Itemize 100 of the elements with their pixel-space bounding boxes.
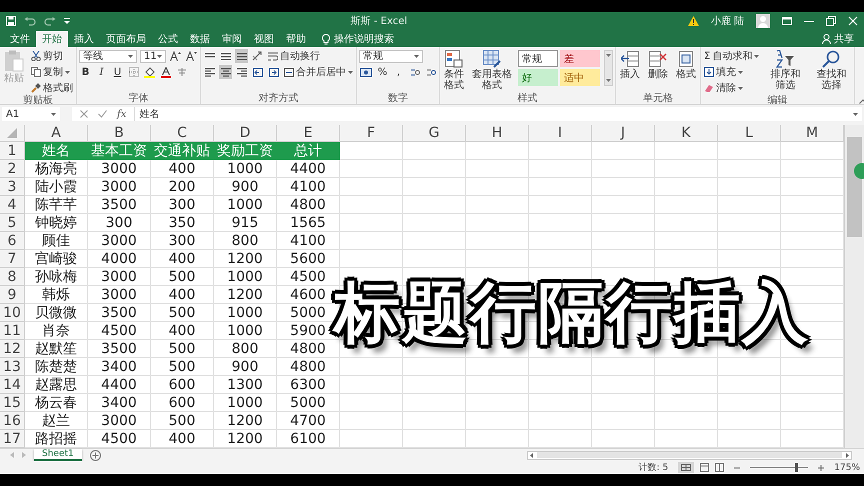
- font-size-dropdown[interactable]: 11: [140, 50, 166, 62]
- row-header[interactable]: 17: [0, 430, 25, 448]
- fill-button[interactable]: 填充: [703, 65, 760, 79]
- merge-center-button[interactable]: 合并后居中: [283, 65, 354, 79]
- user-name[interactable]: 小鹿 陆: [710, 14, 744, 28]
- column-header[interactable]: L: [718, 125, 781, 142]
- italic-button[interactable]: I: [95, 65, 108, 79]
- row-header[interactable]: 6: [0, 232, 25, 250]
- zoom-thumb[interactable]: [794, 463, 798, 472]
- share-button[interactable]: 共享: [822, 31, 864, 47]
- grow-font-button[interactable]: [169, 49, 182, 63]
- cancel-icon[interactable]: [80, 110, 88, 118]
- column-header[interactable]: G: [403, 125, 466, 142]
- vertical-scrollbar[interactable]: [844, 125, 864, 448]
- column-header[interactable]: K: [655, 125, 718, 142]
- column-header[interactable]: I: [529, 125, 592, 142]
- undo-icon[interactable]: [24, 16, 36, 26]
- row-header[interactable]: 16: [0, 412, 25, 430]
- row-header[interactable]: 9: [0, 286, 25, 304]
- format-painter-button[interactable]: 格式刷: [30, 81, 74, 95]
- ribbon-display-icon[interactable]: [782, 17, 792, 25]
- increase-indent-button[interactable]: [267, 65, 280, 79]
- delete-cells-button[interactable]: 删除: [646, 49, 670, 81]
- row-header[interactable]: 13: [0, 358, 25, 376]
- ribbon-tab[interactable]: 数据: [184, 31, 216, 47]
- font-color-button[interactable]: [159, 65, 172, 79]
- column-header[interactable]: F: [340, 125, 403, 142]
- customize-caret-icon[interactable]: [64, 18, 70, 24]
- row-header[interactable]: 14: [0, 376, 25, 394]
- ribbon-tab[interactable]: 审阅: [216, 31, 248, 47]
- horizontal-align-button[interactable]: [219, 65, 232, 79]
- scroll-thumb[interactable]: [847, 137, 862, 237]
- redo-icon[interactable]: [44, 16, 56, 26]
- ribbon-tab[interactable]: 视图: [248, 31, 280, 47]
- page-layout-icon[interactable]: [700, 463, 710, 472]
- row-header[interactable]: 12: [0, 340, 25, 358]
- column-header[interactable]: B: [88, 125, 151, 142]
- column-header[interactable]: A: [25, 125, 88, 142]
- zoom-level[interactable]: 175%: [834, 462, 860, 472]
- horizontal-align-button[interactable]: [203, 65, 216, 79]
- row-header[interactable]: 1: [0, 142, 25, 160]
- format-as-table-button[interactable]: 套用表格格式: [470, 49, 514, 92]
- row-header[interactable]: 8: [0, 268, 25, 286]
- ribbon-tab[interactable]: 插入: [68, 31, 100, 47]
- close-icon[interactable]: [848, 16, 858, 26]
- save-icon[interactable]: [6, 16, 16, 26]
- number-format-dropdown[interactable]: 常规: [359, 50, 423, 62]
- insert-cells-button[interactable]: 插入: [618, 49, 642, 81]
- cell-style[interactable]: 差: [560, 50, 600, 67]
- decrease-indent-button[interactable]: [251, 65, 264, 79]
- font-name-dropdown[interactable]: 等线: [79, 50, 137, 62]
- vertical-align-button[interactable]: [235, 49, 248, 63]
- row-header[interactable]: 7: [0, 250, 25, 268]
- formula-input[interactable]: 姓名: [134, 107, 862, 121]
- zoom-in-icon[interactable]: [818, 464, 824, 470]
- find-select-button[interactable]: 查找和选择: [810, 49, 852, 92]
- cut-button[interactable]: 剪切: [30, 49, 74, 63]
- ribbon-tab[interactable]: 文件: [4, 31, 36, 47]
- column-header[interactable]: D: [214, 125, 277, 142]
- copy-button[interactable]: 复制: [30, 65, 74, 79]
- column-header[interactable]: E: [277, 125, 340, 142]
- ribbon-tab[interactable]: 帮助: [280, 31, 312, 47]
- row-header[interactable]: 10: [0, 304, 25, 322]
- underline-button[interactable]: U: [111, 65, 124, 79]
- tell-me-search[interactable]: 操作说明搜索: [334, 32, 394, 46]
- styles-scroll[interactable]: [604, 50, 613, 86]
- autosum-button[interactable]: Σ 自动求和: [703, 49, 760, 63]
- borders-button[interactable]: [127, 65, 140, 79]
- sheet-tab[interactable]: Sheet1: [34, 448, 82, 460]
- format-cells-button[interactable]: 格式: [674, 49, 698, 81]
- row-header[interactable]: 2: [0, 160, 25, 178]
- orientation-button[interactable]: [251, 49, 264, 63]
- clear-button[interactable]: 清除: [703, 81, 760, 95]
- column-header[interactable]: C: [151, 125, 214, 142]
- column-header[interactable]: M: [781, 125, 844, 142]
- conditional-format-button[interactable]: 条件格式: [442, 49, 466, 92]
- name-box[interactable]: A1: [2, 107, 60, 121]
- column-header[interactable]: J: [592, 125, 655, 142]
- scroll-thumb[interactable]: [537, 452, 842, 458]
- wrap-text-button[interactable]: 自动换行: [267, 49, 321, 63]
- cell-style[interactable]: 常规: [518, 50, 558, 67]
- cell-style[interactable]: 好: [518, 69, 558, 86]
- ribbon-tab[interactable]: 公式: [152, 31, 184, 47]
- currency-button[interactable]: [359, 65, 373, 79]
- row-header[interactable]: 3: [0, 178, 25, 196]
- horizontal-scrollbar[interactable]: [527, 450, 852, 460]
- page-break-icon[interactable]: [715, 463, 724, 472]
- column-header[interactable]: H: [466, 125, 529, 142]
- comma-button[interactable]: ,: [392, 65, 405, 79]
- zoom-out-icon[interactable]: [734, 464, 740, 470]
- fill-color-button[interactable]: [143, 65, 156, 79]
- checkmark-icon[interactable]: [98, 110, 107, 118]
- row-header[interactable]: 15: [0, 394, 25, 412]
- row-header[interactable]: 11: [0, 322, 25, 340]
- cell-style[interactable]: 适中: [560, 69, 600, 86]
- horizontal-align-button[interactable]: [235, 65, 248, 79]
- add-sheet-icon[interactable]: [90, 450, 101, 460]
- normal-view-icon[interactable]: [678, 462, 694, 473]
- insert-function-button[interactable]: fx: [117, 108, 126, 120]
- percent-button[interactable]: %: [376, 65, 389, 79]
